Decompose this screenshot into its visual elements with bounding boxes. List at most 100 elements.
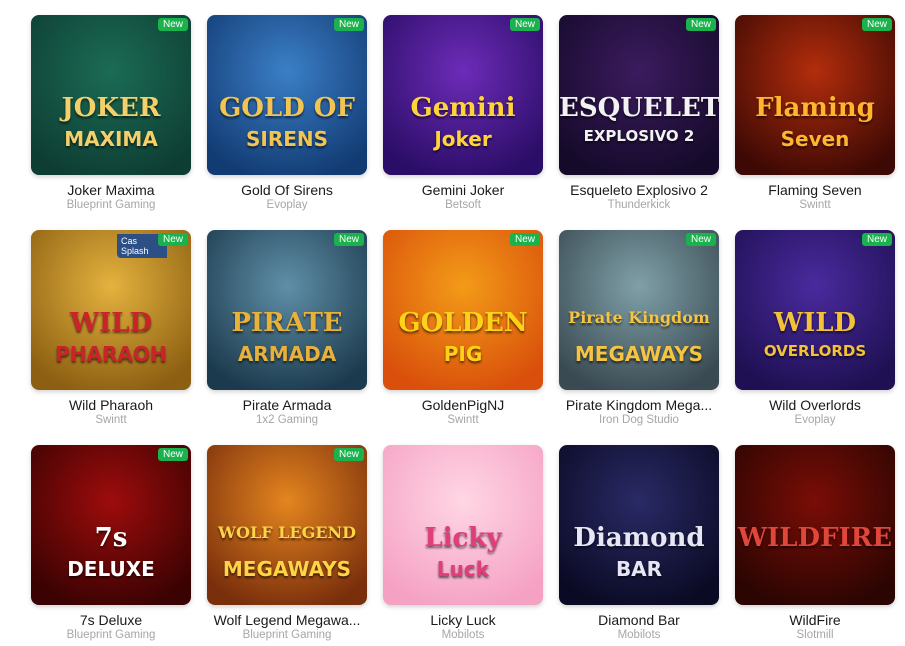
- game-tile[interactable]: GOLDEN PIG New GoldenPigNJ Swintt: [383, 230, 543, 431]
- game-logo-art: ESQUELETO: [559, 93, 719, 123]
- new-badge: New: [685, 233, 716, 246]
- game-tile[interactable]: Licky Luck Licky Luck Mobilots: [383, 445, 543, 646]
- game-logo-art-sub: MEGAWAYS: [574, 342, 704, 366]
- game-logo-art-sub: MAXIMA: [64, 127, 158, 151]
- game-title[interactable]: Wolf Legend Megawa...: [207, 612, 367, 628]
- game-provider: Evoplay: [266, 199, 308, 211]
- game-provider: Swintt: [447, 414, 479, 426]
- game-logo-art: Licky: [424, 523, 502, 553]
- new-badge: New: [861, 18, 892, 31]
- game-tile[interactable]: Gemini Joker New Gemini Joker Betsoft: [383, 15, 543, 216]
- game-provider: Mobilots: [441, 629, 485, 641]
- game-provider: Blueprint Gaming: [242, 629, 332, 641]
- game-thumbnail[interactable]: Diamond BAR: [559, 445, 719, 605]
- new-badge: New: [157, 18, 188, 31]
- game-thumbnail[interactable]: WILDFIRE: [735, 445, 895, 605]
- game-tile[interactable]: JOKER MAXIMA New Joker Maxima Blueprint Gami…: [31, 15, 191, 216]
- game-provider: Blueprint Gaming: [66, 629, 156, 641]
- game-thumbnail[interactable]: WOLF LEGEND MEGAWAYS New: [207, 445, 367, 605]
- game-thumbnail[interactable]: ESQUELETO EXPLOSIVO 2 New: [559, 15, 719, 175]
- game-logo-art: PIRATE: [231, 308, 343, 338]
- game-provider: Evoplay: [794, 414, 836, 426]
- game-logo-art: Pirate Kingdom: [568, 308, 710, 327]
- game-provider: Thunderkick: [607, 199, 671, 211]
- game-tile[interactable]: WILD OVERLORDS New Wild Overlords Evoplay: [735, 230, 895, 431]
- game-thumbnail[interactable]: WILD PHARAOH Cas Splash New: [31, 230, 191, 390]
- game-logo-art-sub: PIG: [443, 342, 483, 366]
- game-tile[interactable]: WILDFIRE WildFire Slotmill: [735, 445, 895, 646]
- game-thumbnail[interactable]: Licky Luck: [383, 445, 543, 605]
- game-title[interactable]: Pirate Kingdom Mega...: [559, 397, 719, 413]
- game-thumbnail[interactable]: PIRATE ARMADA New: [207, 230, 367, 390]
- game-logo-art: JOKER: [61, 93, 161, 123]
- new-badge: New: [509, 18, 540, 31]
- game-title[interactable]: Gold Of Sirens: [207, 182, 367, 198]
- game-logo-art-sub: Luck: [436, 557, 490, 581]
- game-logo-art: Gemini: [410, 93, 516, 123]
- game-thumbnail[interactable]: Flaming Seven New: [735, 15, 895, 175]
- game-title[interactable]: Esqueleto Explosivo 2: [559, 182, 719, 198]
- game-logo-art-sub: BAR: [615, 557, 663, 581]
- game-logo-art-sub: EXPLOSIVO 2: [583, 127, 695, 145]
- new-badge: New: [685, 18, 716, 31]
- new-badge: New: [333, 233, 364, 246]
- game-logo-art-sub: Seven: [780, 127, 850, 151]
- game-thumbnail[interactable]: Pirate Kingdom MEGAWAYS New: [559, 230, 719, 390]
- game-thumbnail[interactable]: Gemini Joker New: [383, 15, 543, 175]
- game-grid: JOKER MAXIMA New Joker Maxima Blueprint Gami…: [31, 15, 895, 646]
- game-tile[interactable]: GOLD OF SIRENS New Gold Of Sirens Evoplay: [207, 15, 367, 216]
- game-logo-art-sub: OVERLORDS: [763, 342, 867, 360]
- game-provider: Betsoft: [445, 199, 481, 211]
- game-tile[interactable]: 7s DELUXE New 7s Deluxe Blueprint Gaming: [31, 445, 191, 646]
- game-title[interactable]: 7s Deluxe: [31, 612, 191, 628]
- new-badge: New: [157, 448, 188, 461]
- game-thumbnail[interactable]: GOLDEN PIG New: [383, 230, 543, 390]
- game-thumbnail[interactable]: WILD OVERLORDS New: [735, 230, 895, 390]
- game-logo-art-sub: PHARAOH: [55, 342, 167, 366]
- game-title[interactable]: Diamond Bar: [559, 612, 719, 628]
- game-logo-art-sub: MEGAWAYS: [222, 557, 352, 581]
- game-tile[interactable]: WOLF LEGEND MEGAWAYS New Wolf Legend Megawa…: [207, 445, 367, 646]
- game-title[interactable]: Pirate Armada: [207, 397, 367, 413]
- game-provider: Swintt: [799, 199, 831, 211]
- game-tile[interactable]: PIRATE ARMADA New Pirate Armada 1x2 Gaming: [207, 230, 367, 431]
- game-logo-art: Diamond: [573, 523, 705, 553]
- game-provider: Slotmill: [796, 629, 834, 641]
- game-title[interactable]: Wild Pharaoh: [31, 397, 191, 413]
- game-provider: Iron Dog Studio: [599, 414, 679, 426]
- game-tile[interactable]: Diamond BAR Diamond Bar Mobilots: [559, 445, 719, 646]
- game-logo-art: WILD: [773, 308, 857, 338]
- game-thumbnail[interactable]: 7s DELUXE New: [31, 445, 191, 605]
- game-logo-art: WOLF LEGEND: [218, 523, 356, 542]
- game-logo-art: WILD: [69, 308, 153, 338]
- game-logo-art: WILDFIRE: [737, 523, 893, 553]
- game-logo-art-sub: SIRENS: [245, 127, 329, 151]
- game-provider: Blueprint Gaming: [66, 199, 156, 211]
- game-logo-art: GOLDEN: [398, 308, 528, 338]
- game-thumbnail[interactable]: GOLD OF SIRENS New: [207, 15, 367, 175]
- game-logo-art: 7s: [94, 523, 128, 553]
- new-badge: New: [333, 448, 364, 461]
- game-title[interactable]: Wild Overlords: [735, 397, 895, 413]
- game-title[interactable]: GoldenPigNJ: [383, 397, 543, 413]
- game-provider: Swintt: [95, 414, 127, 426]
- game-thumbnail[interactable]: JOKER MAXIMA New: [31, 15, 191, 175]
- game-logo-art-sub: Joker: [434, 127, 492, 151]
- game-logo-art-sub: ARMADA: [237, 342, 337, 366]
- new-badge: New: [157, 233, 188, 246]
- game-tile[interactable]: Flaming Seven New Flaming Seven Swintt: [735, 15, 895, 216]
- game-title[interactable]: WildFire: [735, 612, 895, 628]
- game-tile[interactable]: WILD PHARAOH Cas Splash New Wild Pharaoh Swin…: [31, 230, 191, 431]
- game-title[interactable]: Licky Luck: [383, 612, 543, 628]
- game-tile[interactable]: Pirate Kingdom MEGAWAYS New Pirate Kingdom …: [559, 230, 719, 431]
- game-logo-art: Flaming: [755, 93, 875, 123]
- game-title[interactable]: Gemini Joker: [383, 182, 543, 198]
- new-badge: New: [509, 233, 540, 246]
- game-tile[interactable]: ESQUELETO EXPLOSIVO 2 New Esqueleto Explosi…: [559, 15, 719, 216]
- game-provider: Mobilots: [617, 629, 661, 641]
- game-title[interactable]: Flaming Seven: [735, 182, 895, 198]
- game-logo-art: GOLD OF: [219, 93, 355, 123]
- new-badge: New: [861, 233, 892, 246]
- game-logo-art-sub: DELUXE: [67, 557, 155, 581]
- game-title[interactable]: Joker Maxima: [31, 182, 191, 198]
